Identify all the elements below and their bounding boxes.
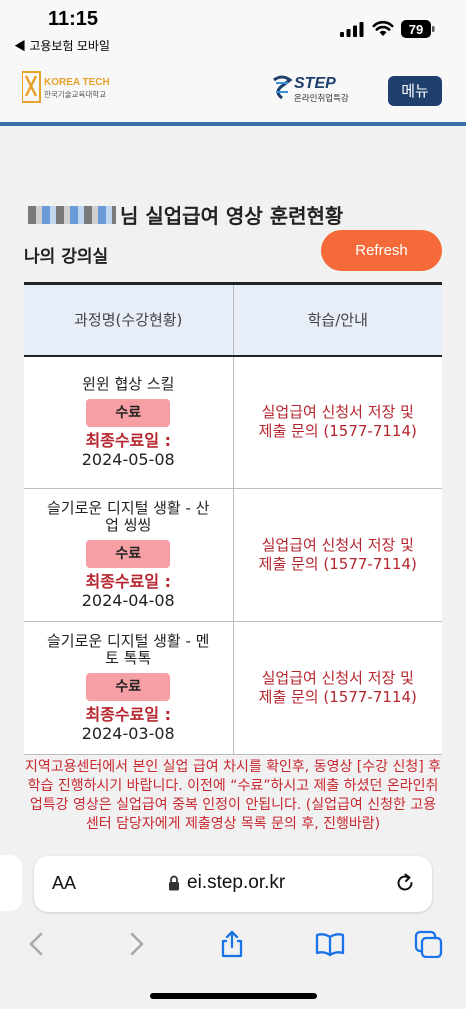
course-cell: 슬기로운 디지털 생활 - 산업 씽씽 수료 최종수료일 : 2024-04-0… (24, 488, 234, 622)
menu-button[interactable]: 메뉴 (388, 76, 442, 106)
step-name: STEP (294, 75, 336, 92)
battery-icon: 79 (401, 20, 435, 38)
step-logo[interactable]: STEP 온라인취업특강 (272, 68, 362, 108)
site-header: KOREA TECH 한국기술교육대학교 STEP 온라인취업특강 메뉴 (0, 56, 466, 126)
inquiry-link[interactable]: 실업급여 신청서 저장 및 제출 문의 (1577-7114) (258, 403, 418, 441)
course-table: 과정명(수강현황) 학습/안내 윈윈 협상 스킬 수료 최종수료일 : 2024… (24, 282, 442, 755)
forward-arrow-icon[interactable] (121, 930, 151, 958)
wifi-icon (372, 20, 394, 36)
final-completion-date: 2024-03-08 (81, 724, 175, 743)
refresh-button[interactable]: Refresh (321, 230, 442, 271)
status-badge: 수료 (86, 398, 171, 427)
page-title: 님 실업급여 영상 훈련현황 (28, 200, 343, 229)
course-cell: 윈윈 협상 스킬 수료 최종수료일 : 2024-05-08 (24, 355, 234, 489)
column-header-course: 과정명(수강현황) (24, 282, 234, 357)
study-cell: 실업급여 신청서 저장 및 제출 문의 (1577-7114) (233, 355, 442, 489)
column-header-study: 학습/안내 (233, 282, 442, 357)
final-completion-label: 최종수료일 : (85, 430, 172, 450)
section-title: 나의 강의실 (24, 247, 109, 267)
course-cell: 슬기로운 디지털 생활 - 멘토 톡톡 수료 최종수료일 : 2024-03-0… (24, 621, 234, 755)
final-completion-date: 2024-04-08 (81, 591, 175, 610)
korea-tech-subname: 한국기술교육대학교 (44, 89, 106, 99)
redacted-user-name (28, 205, 116, 224)
share-icon[interactable] (217, 930, 247, 958)
final-completion-date: 2024-05-08 (81, 449, 175, 469)
table-header-row: 과정명(수강현황) 학습/안내 (24, 282, 442, 357)
address-bar[interactable]: AA ei.step.or.kr (34, 856, 432, 912)
status-badge: 수료 (86, 673, 171, 701)
url-text[interactable]: ei.step.or.kr (187, 872, 285, 894)
status-badge: 수료 (86, 540, 171, 568)
table-row: 윈윈 협상 스킬 수료 최종수료일 : 2024-05-08 실업급여 신청서 … (24, 355, 442, 489)
korea-tech-name: KOREA TECH (44, 77, 110, 88)
study-cell: 실업급여 신청서 저장 및 제출 문의 (1577-7114) (233, 488, 442, 622)
table-row: 슬기로운 디지털 생활 - 산업 씽씽 수료 최종수료일 : 2024-04-0… (24, 488, 442, 622)
table-row: 슬기로운 디지털 생활 - 멘토 톡톡 수료 최종수료일 : 2024-03-0… (24, 621, 442, 755)
back-to-app-link[interactable]: ◀ 고용보험 모바일 (14, 37, 110, 54)
final-completion-label: 최종수료일 : (85, 705, 172, 724)
step-subname: 온라인취업특강 (294, 93, 349, 104)
inquiry-link[interactable]: 실업급여 신청서 저장 및 제출 문의 (1577-7114) (258, 669, 418, 707)
cellular-signal-icon (340, 22, 364, 37)
status-bar: 11:15 ◀ 고용보험 모바일 79 (0, 0, 466, 56)
course-name[interactable]: 슬기로운 디지털 생활 - 산업 씽씽 (43, 500, 213, 534)
notice-text: 지역고용센터에서 본인 실업 급여 차시를 확인후, 동영상 [수강 신청] 후… (24, 759, 442, 832)
main-content: 님 실업급여 영상 훈련현황 나의 강의실 Refresh 과정명(수강현황) … (0, 130, 466, 850)
back-arrow-icon[interactable] (22, 930, 52, 958)
battery-level: 79 (409, 22, 423, 37)
page-title-text: 님 실업급여 영상 훈련현황 (120, 204, 344, 228)
reload-icon[interactable] (394, 872, 416, 894)
status-time: 11:15 (48, 8, 99, 30)
home-indicator[interactable] (150, 993, 317, 999)
inquiry-link[interactable]: 실업급여 신청서 저장 및 제출 문의 (1577-7114) (258, 536, 418, 574)
bookmarks-icon[interactable] (315, 930, 345, 958)
lock-icon (169, 875, 179, 891)
tabs-icon[interactable] (414, 930, 444, 958)
browser-toolbar: AA ei.step.or.kr (0, 850, 466, 1009)
study-cell: 실업급여 신청서 저장 및 제출 문의 (1577-7114) (233, 621, 442, 755)
course-name[interactable]: 윈윈 협상 스킬 (28, 375, 229, 393)
course-name[interactable]: 슬기로운 디지털 생활 - 멘토 톡톡 (43, 633, 213, 667)
previous-tab-preview[interactable] (0, 855, 22, 911)
korea-tech-logo[interactable]: KOREA TECH 한국기술교육대학교 (22, 68, 122, 108)
final-completion-label: 최종수료일 : (85, 572, 172, 591)
reader-options-button[interactable]: AA (52, 873, 76, 894)
